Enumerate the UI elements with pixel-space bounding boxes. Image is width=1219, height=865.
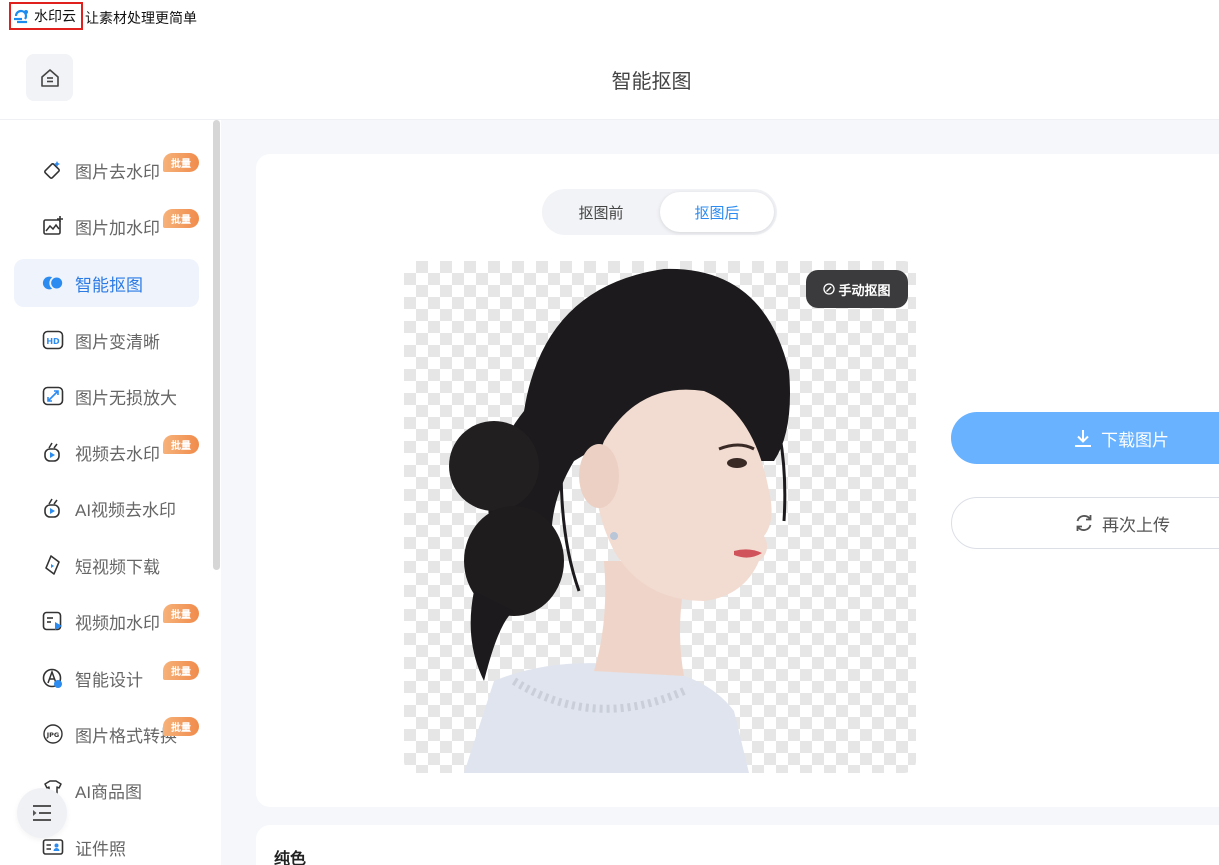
download-icon [1075, 430, 1091, 447]
manual-cutout-button[interactable]: 手动抠图 [806, 270, 908, 308]
batch-badge: 批量 [163, 604, 199, 623]
sidebar: 图片去水印 批量 图片加水印 批量 智能抠图 HD 图片变清晰 图片无损放大 视… [0, 120, 221, 865]
sidebar-item-video-watermark-add[interactable]: 视频加水印 批量 [14, 597, 199, 645]
cutout-card: 抠图前 抠图后 手动抠图 下载图片 再次上传 [256, 154, 1219, 807]
video-eraser-icon [42, 441, 64, 463]
sidebar-item-image-watermark-remove[interactable]: 图片去水印 批量 [14, 146, 199, 194]
design-icon [42, 667, 64, 689]
id-photo-icon [42, 836, 64, 858]
tab-after-cutout[interactable]: 抠图后 [660, 192, 774, 232]
sidebar-item-label: 视频加水印 [75, 613, 160, 633]
refresh-icon [1076, 515, 1092, 531]
svg-text:HD: HD [46, 337, 60, 346]
before-after-toggle: 抠图前 抠图后 [542, 189, 777, 235]
reupload-button[interactable]: 再次上传 [951, 497, 1219, 549]
batch-badge: 批量 [163, 209, 199, 228]
sidebar-item-image-watermark-add[interactable]: 图片加水印 批量 [14, 202, 199, 250]
cutout-preview: 手动抠图 [404, 261, 916, 773]
batch-badge: 批量 [163, 661, 199, 680]
tab-before-cutout[interactable]: 抠图前 [542, 192, 660, 232]
download-image-label: 下载图片 [1101, 430, 1169, 450]
sidebar-item-label: 证件照 [75, 839, 126, 859]
sidebar-item-image-format-convert[interactable]: JPG 图片格式转换 批量 [14, 710, 199, 758]
download-image-button[interactable]: 下载图片 [951, 412, 1219, 464]
sidebar-item-label: 短视频下载 [75, 557, 160, 577]
sidebar-item-video-watermark-remove[interactable]: 视频去水印 批量 [14, 428, 199, 476]
sidebar-item-smart-design[interactable]: 智能设计 批量 [14, 654, 199, 702]
brand[interactable]: 水印云 [9, 2, 83, 30]
slogan: 让素材处理更简单 [85, 10, 197, 26]
sidebar-item-label: AI视频去水印 [75, 500, 177, 520]
sidebar-item-label: 智能设计 [75, 670, 143, 690]
sidebar-item-lossless-enlarge[interactable]: 图片无损放大 [14, 372, 199, 420]
page-header: 智能抠图 [0, 34, 1219, 120]
sidebar-item-label: 图片无损放大 [75, 388, 177, 408]
reupload-label: 再次上传 [1102, 515, 1170, 535]
cutout-subject-image [449, 268, 790, 773]
batch-badge: 批量 [163, 435, 199, 454]
ai-video-eraser-icon [42, 497, 64, 519]
sidebar-item-label: 视频去水印 [75, 444, 160, 464]
sidebar-item-label: 图片格式转换 [75, 726, 177, 746]
cutout-icon [42, 272, 64, 294]
video-add-icon [42, 610, 64, 632]
jpg-convert-icon: JPG [42, 723, 64, 745]
svg-text:JPG: JPG [46, 731, 60, 739]
brand-logo-icon [14, 9, 28, 24]
eraser-icon [42, 159, 64, 181]
sidebar-item-label: 智能抠图 [75, 275, 143, 295]
manual-edit-icon [823, 283, 836, 295]
title-bar: 水印云 让素材处理更简单 [0, 0, 1219, 34]
menu-collapse-icon [33, 805, 51, 821]
page-title: 智能抠图 [611, 71, 692, 93]
main-content: 抠图前 抠图后 手动抠图 下载图片 再次上传 纯色 [221, 120, 1219, 865]
solid-color-title: 纯色 [274, 851, 307, 865]
hd-icon: HD [42, 329, 64, 351]
sidebar-item-label: 图片去水印 [75, 162, 160, 182]
enlarge-icon [42, 385, 64, 407]
sidebar-item-ai-video-watermark-remove[interactable]: AI视频去水印 [14, 484, 199, 532]
short-video-download-icon [42, 554, 64, 576]
manual-cutout-label: 手动抠图 [838, 282, 891, 298]
sidebar-item-short-video-download[interactable]: 短视频下载 [14, 541, 199, 589]
sidebar-item-label: 图片加水印 [75, 218, 160, 238]
sidebar-item-image-sharpen[interactable]: HD 图片变清晰 [14, 316, 199, 364]
brand-name: 水印云 [34, 8, 76, 24]
background-color-card: 纯色 [256, 825, 1219, 865]
batch-badge: 批量 [163, 153, 199, 172]
collapse-menu-button[interactable] [17, 788, 67, 838]
sidebar-item-smart-cutout[interactable]: 智能抠图 [14, 259, 199, 307]
image-add-icon [42, 215, 64, 237]
batch-badge: 批量 [163, 717, 199, 736]
sidebar-scrollbar[interactable] [213, 120, 220, 570]
sidebar-item-label: 图片变清晰 [75, 332, 160, 352]
sidebar-item-label: AI商品图 [75, 782, 143, 802]
